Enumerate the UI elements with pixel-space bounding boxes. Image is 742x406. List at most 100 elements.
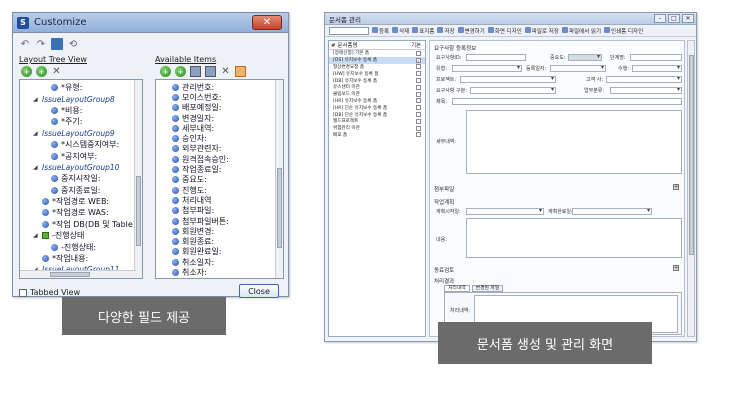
content-textarea[interactable] bbox=[466, 218, 682, 258]
available-item[interactable]: 관리번호: bbox=[156, 82, 283, 92]
toolbar-button[interactable]: 변경하기 bbox=[457, 26, 485, 35]
default-checkbox[interactable] bbox=[416, 91, 421, 97]
layout-tree-row[interactable]: *유형: bbox=[20, 82, 142, 93]
toolbar-button[interactable]: 파일로 저장 bbox=[524, 26, 559, 35]
layout-tree-row[interactable]: *작업경로 WAS: bbox=[20, 207, 142, 218]
layout-tree-row[interactable]: *시스템중지여부: bbox=[20, 139, 142, 150]
project-select[interactable] bbox=[460, 75, 556, 83]
tabbed-view-option[interactable]: Tabbed View bbox=[19, 288, 80, 297]
delete-icon[interactable]: ✕ bbox=[220, 66, 231, 77]
form-vscroll[interactable] bbox=[687, 40, 695, 337]
form-list-row[interactable]: 월드프로젝트 bbox=[329, 118, 425, 125]
form-list-row[interactable]: [장애신청] 기본 폼 bbox=[329, 50, 425, 57]
default-checkbox[interactable] bbox=[416, 132, 421, 138]
category-icon[interactable] bbox=[235, 66, 246, 77]
available-item[interactable]: 테스트계획: bbox=[156, 278, 283, 279]
available-item[interactable]: 외부관련자: bbox=[156, 144, 283, 154]
available-items-list[interactable]: 관리번호: 모이스번호: 배포예정일: 변경일자: 세부내역: 승인자: 외부관련자: 원격접… bbox=[155, 79, 284, 279]
biz-select[interactable] bbox=[610, 86, 682, 94]
default-checkbox[interactable] bbox=[416, 112, 421, 118]
form-list-row[interactable]: 위험관리 이관 bbox=[329, 125, 425, 132]
maximize-icon[interactable]: □ bbox=[668, 14, 680, 23]
regdate-select[interactable] bbox=[550, 64, 606, 72]
type-select[interactable] bbox=[452, 64, 522, 72]
add-icon[interactable]: + bbox=[160, 66, 171, 77]
available-item[interactable]: 회원변경: bbox=[156, 226, 283, 236]
plan-start-select[interactable] bbox=[466, 207, 544, 215]
default-checkbox[interactable] bbox=[416, 84, 421, 90]
plan-end-select[interactable] bbox=[572, 207, 652, 215]
priority-select[interactable] bbox=[568, 53, 602, 61]
layout-tree-row[interactable]: ◢ IssueLayoutGroup10 bbox=[20, 162, 142, 173]
minimize-icon[interactable]: – bbox=[654, 14, 666, 23]
expand-icon[interactable]: ◢ bbox=[33, 164, 40, 171]
default-checkbox[interactable] bbox=[416, 78, 421, 84]
layout-tree-row[interactable]: 중지종료일: bbox=[20, 185, 142, 196]
layout-tree-row[interactable]: ◢ IssueLayoutGroup8 bbox=[20, 93, 142, 104]
toolbar-button[interactable]: 저장 bbox=[437, 26, 455, 35]
related-add-icon[interactable]: + bbox=[673, 265, 679, 271]
expand-icon[interactable]: ◢ bbox=[33, 232, 40, 239]
tab-result[interactable]: 처리내역 bbox=[444, 285, 470, 292]
available-item[interactable]: 중요도: bbox=[156, 175, 283, 185]
layout-tree-list[interactable]: *유형: ◢ IssueLayoutGroup8 *비용: *주기: ◢ IssueLayo… bbox=[19, 79, 143, 279]
toolbar-button[interactable]: 인쇄폼 디자인 bbox=[604, 26, 643, 35]
toolbar-button[interactable]: 삭제 bbox=[392, 26, 409, 35]
expand-icon[interactable]: ◢ bbox=[33, 96, 40, 103]
form-list-row[interactable]: 형상변경요청 폼 bbox=[329, 64, 425, 71]
form-list-row[interactable]: 클립보드 이관 bbox=[329, 91, 425, 98]
layout-tree-row[interactable]: ◢ IssueLayoutGroup9 bbox=[20, 128, 142, 139]
add-group-icon[interactable]: + bbox=[175, 66, 186, 77]
toolbar-button[interactable]: 등록 bbox=[372, 26, 389, 35]
available-item[interactable]: 회원종료: bbox=[156, 236, 283, 246]
edit-icon[interactable] bbox=[190, 66, 201, 77]
close-icon[interactable]: ✕ bbox=[252, 15, 282, 30]
form-list-row[interactable]: [HR] 유지보수 등록 폼 bbox=[329, 98, 425, 105]
toolbar-button[interactable]: 파일에서 읽기 bbox=[561, 26, 601, 35]
delete-icon[interactable]: ✕ bbox=[51, 66, 62, 77]
available-item[interactable]: 모이스번호: bbox=[156, 92, 283, 102]
layout-tree-row[interactable]: *주기: bbox=[20, 116, 142, 127]
form-list-row[interactable]: 배포 폼 bbox=[329, 132, 425, 139]
default-checkbox[interactable] bbox=[416, 105, 421, 111]
form-list-row[interactable]: [HR] 단순 유지보수 등록 폼 bbox=[329, 104, 425, 111]
layout-tree-row[interactable]: *공지여부: bbox=[20, 150, 142, 161]
close-button[interactable]: Close bbox=[239, 284, 279, 298]
available-item[interactable]: 변경일자: bbox=[156, 113, 283, 123]
available-item[interactable]: 세부내역: bbox=[156, 123, 283, 133]
layout-tree-hscroll[interactable] bbox=[20, 270, 136, 278]
tabbed-view-checkbox[interactable] bbox=[19, 288, 27, 297]
reqtype-select[interactable] bbox=[470, 86, 556, 94]
refresh-icon[interactable]: ⟲ bbox=[67, 38, 79, 50]
request-id-input[interactable] bbox=[466, 54, 526, 61]
undo-icon[interactable]: ↶ bbox=[19, 38, 31, 50]
layout-tree-row[interactable]: 중지시작일: bbox=[20, 173, 142, 184]
form-list-row[interactable]: [DB] 단순 유지보수 등록 폼 bbox=[329, 111, 425, 118]
layout-tree-row[interactable]: *작업내용: bbox=[20, 253, 142, 264]
add-group-icon[interactable]: + bbox=[36, 66, 47, 77]
detail-textarea[interactable] bbox=[466, 110, 682, 174]
default-checkbox[interactable]: ✓ bbox=[416, 57, 421, 63]
available-item[interactable]: 원격접속승인: bbox=[156, 154, 283, 164]
available-item[interactable]: 첨부파일: bbox=[156, 206, 283, 216]
available-item[interactable]: 취소자: bbox=[156, 267, 283, 277]
form-list-row[interactable]: 유스센터 이관 bbox=[329, 84, 425, 91]
status-select[interactable] bbox=[632, 64, 682, 72]
toolbar-button[interactable]: 표지폼 bbox=[412, 26, 434, 35]
find-icon[interactable] bbox=[205, 66, 216, 77]
save-icon[interactable] bbox=[51, 38, 63, 50]
layout-tree-row[interactable]: -진행상태: bbox=[20, 241, 142, 252]
layout-tree-row[interactable]: *비용: bbox=[20, 105, 142, 116]
default-checkbox[interactable] bbox=[416, 98, 421, 104]
available-item[interactable]: 취소일자: bbox=[156, 257, 283, 267]
default-checkbox[interactable] bbox=[416, 50, 421, 56]
default-checkbox[interactable] bbox=[416, 71, 421, 77]
attach-add-icon[interactable]: + bbox=[673, 184, 679, 190]
add-icon[interactable]: + bbox=[21, 66, 32, 77]
available-item[interactable]: 승인자: bbox=[156, 133, 283, 143]
available-item[interactable]: 처리내역 bbox=[156, 195, 283, 205]
form-list-row[interactable]: [DB] 유지보수 등록 폼 bbox=[329, 77, 425, 84]
title-input[interactable] bbox=[452, 98, 682, 105]
redo-icon[interactable]: ↷ bbox=[35, 38, 47, 50]
available-item[interactable]: 배포예정일: bbox=[156, 103, 283, 113]
